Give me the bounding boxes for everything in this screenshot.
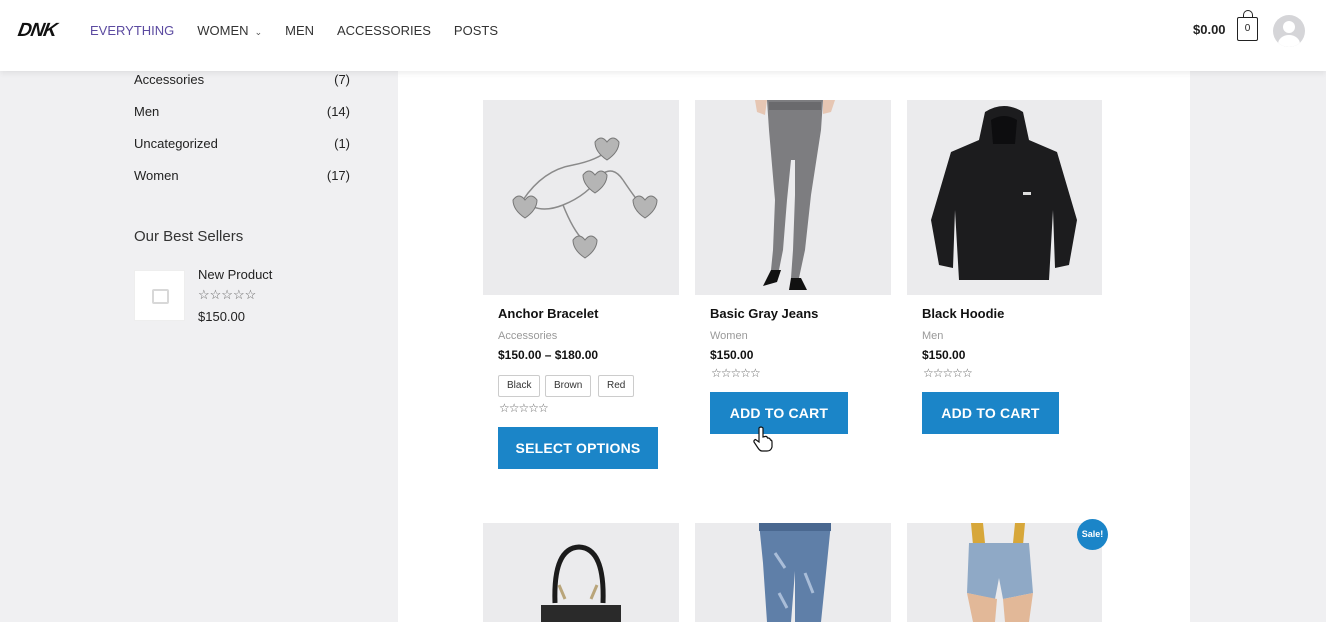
bracelet-image xyxy=(483,100,679,295)
nav-men[interactable]: MEN xyxy=(285,23,314,38)
select-options-button[interactable]: SELECT OPTIONS xyxy=(498,427,658,469)
category-item-accessories[interactable]: Accessories (7) xyxy=(134,72,350,87)
user-avatar[interactable] xyxy=(1273,15,1305,47)
category-count: (1) xyxy=(334,136,350,151)
swatch-red[interactable]: Red xyxy=(598,375,635,397)
chevron-down-icon: ⌄ xyxy=(254,27,263,37)
product-title[interactable]: Anchor Bracelet xyxy=(498,306,598,321)
handbag-image xyxy=(483,523,679,622)
category-item-uncategorized[interactable]: Uncategorized (1) xyxy=(134,136,350,151)
product-price: $150.00 – $180.00 xyxy=(498,348,599,362)
category-count: (7) xyxy=(334,72,350,87)
product-category: Women xyxy=(710,330,748,342)
main-navigation: EVERYTHING WOMEN ⌄ MEN ACCESSORIES POSTS xyxy=(90,23,521,38)
best-seller-price: $150.00 xyxy=(198,309,245,324)
product-rating: ☆☆☆☆☆ xyxy=(499,401,549,415)
site-logo[interactable]: DNK xyxy=(16,20,58,42)
add-to-cart-button[interactable]: ADD TO CART xyxy=(710,392,848,434)
category-name[interactable]: Accessories xyxy=(134,72,204,87)
nav-everything[interactable]: EVERYTHING xyxy=(90,23,174,38)
best-sellers-title: Our Best Sellers xyxy=(134,228,244,245)
category-name[interactable]: Women xyxy=(134,168,179,183)
product-image-anchor-bracelet[interactable] xyxy=(483,100,679,295)
best-seller-rating: ☆☆☆☆☆ xyxy=(198,287,257,302)
product-image-handbag[interactable] xyxy=(483,523,679,622)
nav-posts[interactable]: POSTS xyxy=(454,23,498,38)
sale-badge: Sale! xyxy=(1077,519,1108,550)
product-title[interactable]: Black Hoodie xyxy=(922,306,1004,321)
swatch-black[interactable]: Black xyxy=(498,375,541,397)
nav-women[interactable]: WOMEN ⌄ xyxy=(197,23,262,38)
swatch-brown[interactable]: Brown xyxy=(545,375,592,397)
jeans-image xyxy=(695,100,891,295)
product-image-black-hoodie[interactable] xyxy=(907,100,1102,295)
category-name[interactable]: Men xyxy=(134,104,159,119)
add-to-cart-button[interactable]: ADD TO CART xyxy=(922,392,1059,434)
cart-total[interactable]: $0.00 xyxy=(1193,22,1226,37)
product-category: Accessories xyxy=(498,330,558,342)
page-margin xyxy=(1190,0,1326,622)
product-rating: ☆☆☆☆☆ xyxy=(711,366,761,380)
best-seller-thumbnail[interactable] xyxy=(134,270,185,321)
category-item-men[interactable]: Men (14) xyxy=(134,104,350,119)
category-item-women[interactable]: Women (17) xyxy=(134,168,350,183)
hand-pointer-icon xyxy=(753,426,773,452)
denim-shorts-image xyxy=(907,523,1102,622)
sidebar: Accessories (7) Men (14) Uncategorized (… xyxy=(0,0,398,622)
product-image-blue-jeans[interactable] xyxy=(695,523,891,622)
product-price: $150.00 xyxy=(922,348,966,362)
best-seller-name[interactable]: New Product xyxy=(198,267,272,282)
shopping-bag-icon[interactable]: 0 xyxy=(1237,10,1258,41)
cart-count: 0 xyxy=(1244,23,1251,34)
blue-jeans-image xyxy=(695,523,891,622)
product-title[interactable]: Basic Gray Jeans xyxy=(710,306,818,321)
category-count: (17) xyxy=(326,168,350,183)
product-rating: ☆☆☆☆☆ xyxy=(923,366,973,380)
product-category: Men xyxy=(922,330,944,342)
nav-accessories[interactable]: ACCESSORIES xyxy=(337,23,431,38)
nav-label: WOMEN xyxy=(197,23,249,38)
category-count: (14) xyxy=(326,104,350,119)
image-placeholder-icon xyxy=(152,289,169,304)
product-price: $150.00 xyxy=(710,348,754,362)
hoodie-image xyxy=(907,100,1102,295)
category-name[interactable]: Uncategorized xyxy=(134,136,218,151)
site-header: DNK EVERYTHING WOMEN ⌄ MEN ACCESSORIES PO… xyxy=(0,0,1326,71)
product-image-denim-shorts[interactable] xyxy=(907,523,1102,622)
product-image-basic-gray-jeans[interactable] xyxy=(695,100,891,295)
